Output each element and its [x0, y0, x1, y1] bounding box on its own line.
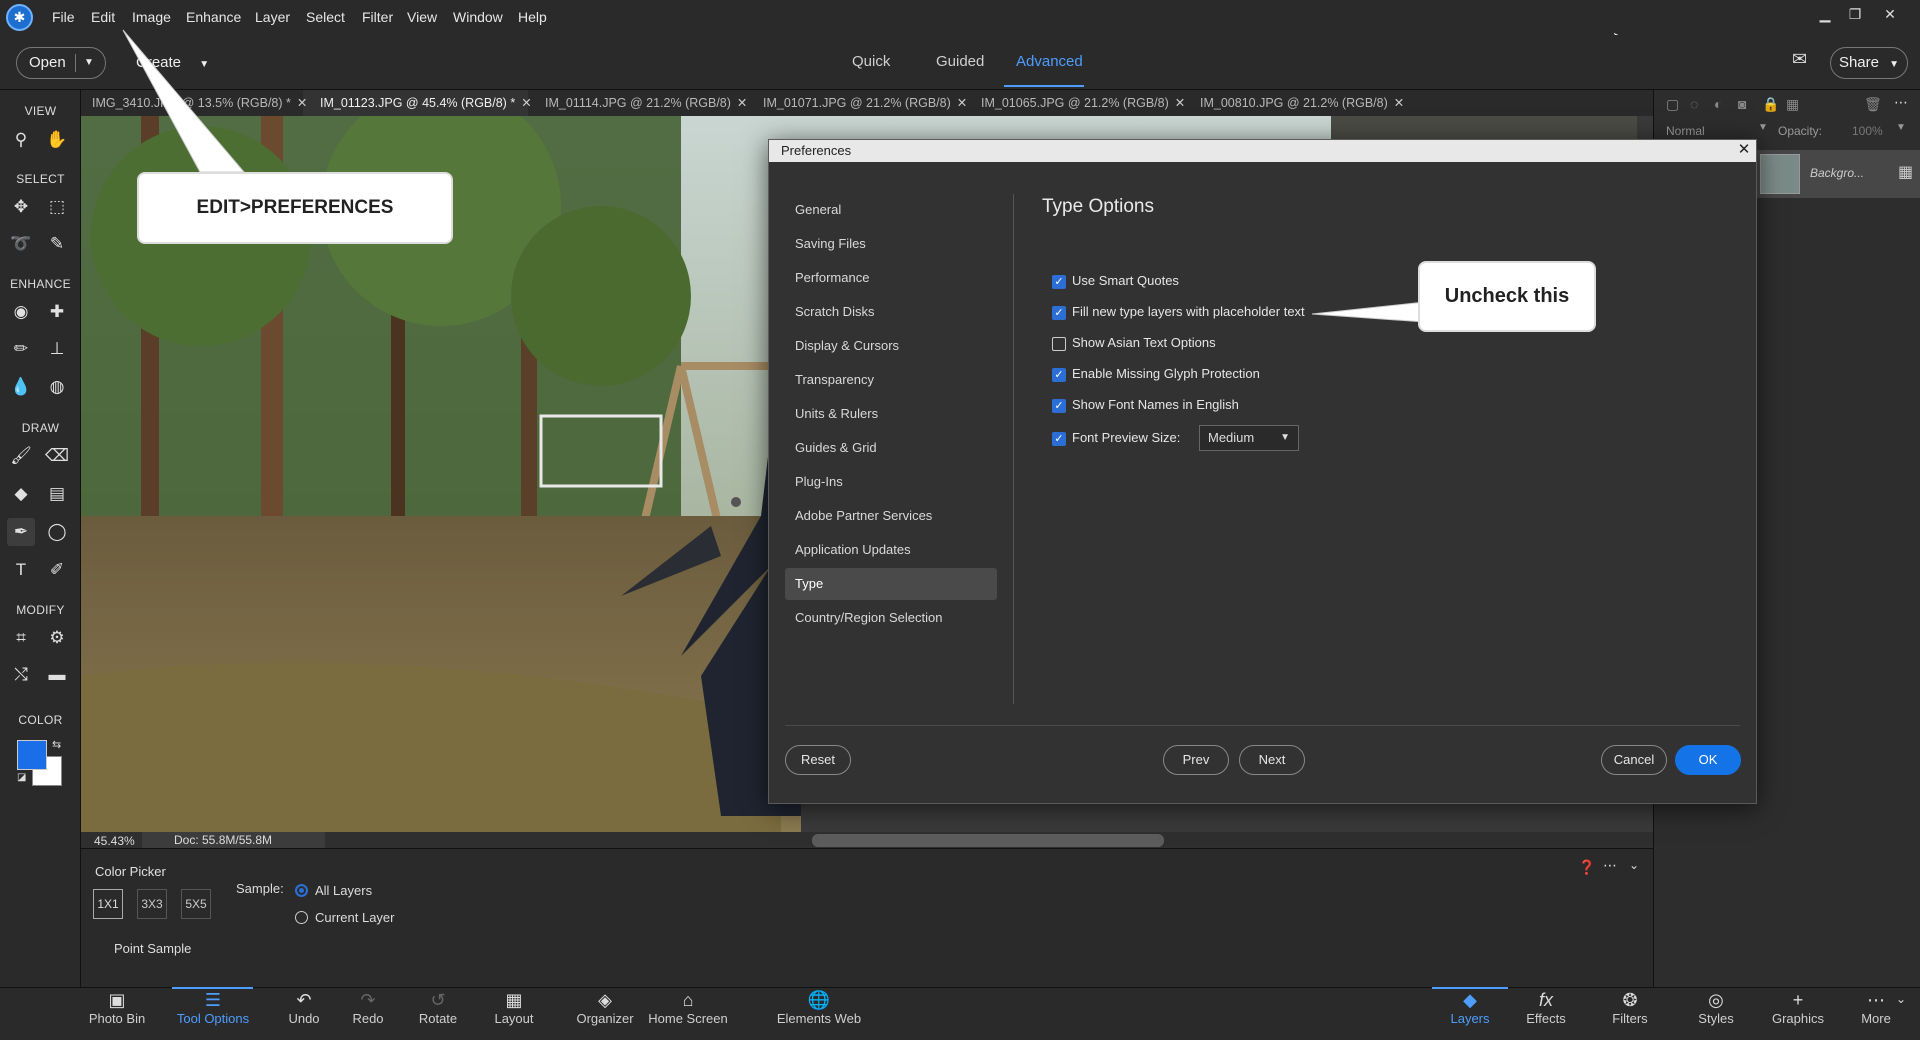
callout-edit-preferences: EDIT>PREFERENCES	[137, 172, 453, 244]
callout-pointers	[122, 29, 1426, 323]
callout-uncheck-this: Uncheck this	[1418, 261, 1596, 332]
